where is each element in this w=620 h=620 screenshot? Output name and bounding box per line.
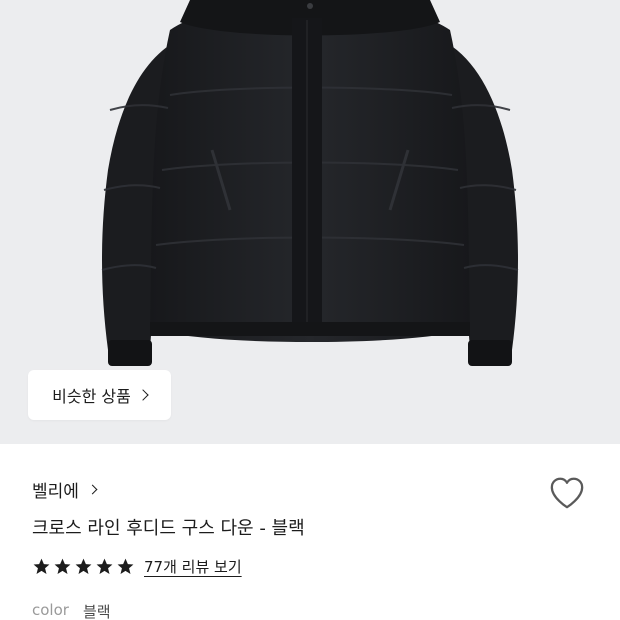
- reviews-link[interactable]: 77개 리뷰 보기: [144, 556, 242, 577]
- star-icon: [96, 558, 113, 575]
- color-label: color: [32, 601, 69, 619]
- star-icon: [75, 558, 92, 575]
- color-row: color 블랙: [32, 601, 111, 620]
- similar-products-label: 비슷한 상품: [52, 387, 131, 406]
- product-detail-page: 비슷한 상품 벨리에 크로스 라인 후디드 구스 다운 - 블랙 77개 리뷰 …: [0, 0, 620, 620]
- color-value: 블랙: [82, 603, 111, 620]
- product-info-section: 벨리에 크로스 라인 후디드 구스 다운 - 블랙 77개 리뷰 보기 colo…: [0, 444, 620, 620]
- brand-link[interactable]: 벨리에: [32, 477, 98, 502]
- heart-icon[interactable]: [548, 475, 586, 511]
- star-icon: [54, 558, 71, 575]
- product-title: 크로스 라인 후디드 구스 다운 - 블랙: [32, 518, 305, 539]
- brand-name: 벨리에: [32, 482, 79, 502]
- chevron-right-icon: [137, 389, 149, 401]
- chevron-right-icon: [87, 484, 98, 495]
- star-icon: [117, 558, 134, 575]
- star-icon: [33, 558, 50, 575]
- similar-products-button[interactable]: 비슷한 상품: [28, 370, 171, 420]
- rating-row: 77개 리뷰 보기: [32, 556, 242, 577]
- star-rating: [32, 557, 135, 576]
- product-image-area[interactable]: 비슷한 상품: [0, 0, 620, 444]
